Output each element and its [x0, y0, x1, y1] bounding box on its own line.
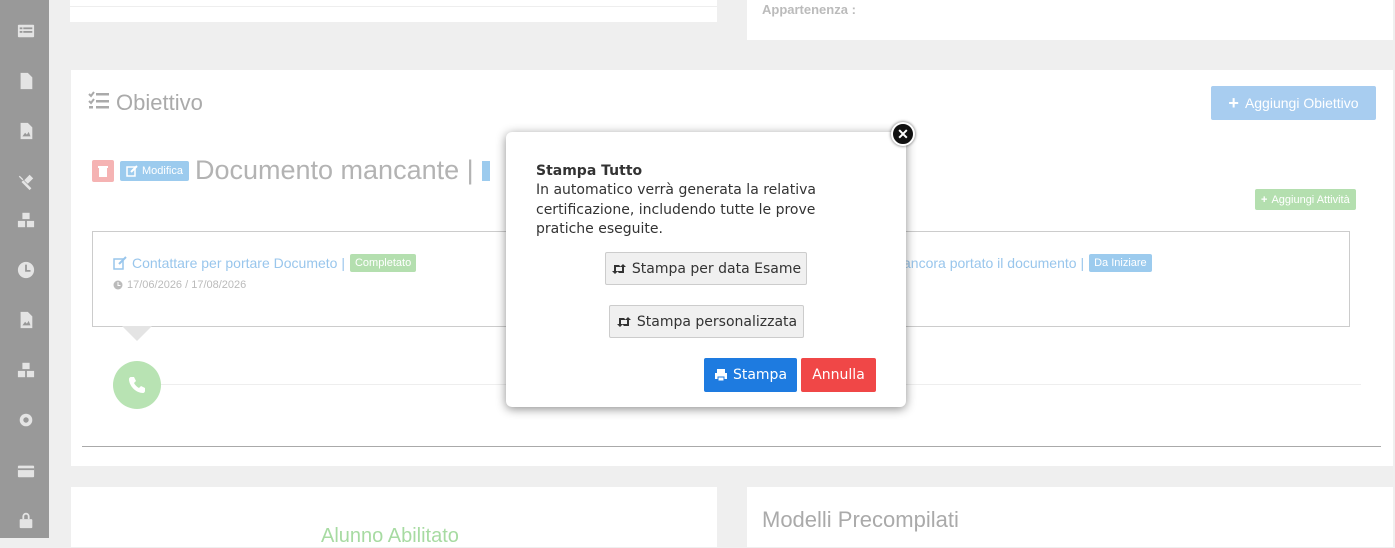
alunno-card: Alunno Abilitato — [71, 487, 717, 547]
tools-icon[interactable] — [16, 172, 36, 192]
appartenenza-label: Appartenenza : — [762, 2, 856, 17]
top-left-card — [70, 0, 717, 22]
dialog-text: In automatico verrà generata la relativa… — [536, 182, 816, 237]
doc-status-badge — [481, 160, 490, 181]
stampa-personalizzata-button[interactable]: Stampa personalizzata — [609, 305, 804, 338]
cubes-icon[interactable] — [16, 210, 36, 230]
cubes-icon-2[interactable] — [16, 360, 36, 380]
edit-icon — [126, 164, 138, 177]
task-item-2[interactable]: ancora portato il documento | Da Iniziar… — [903, 254, 1152, 272]
add-attivita-button[interactable]: + Aggiungi Attività — [1255, 189, 1356, 210]
gear-icon[interactable] — [16, 410, 36, 430]
clock-icon — [113, 280, 123, 290]
task-label: Contattare per portare Documeto | — [132, 255, 345, 271]
file-image-icon-2[interactable] — [16, 310, 36, 330]
plus-icon: + — [1228, 92, 1239, 113]
sidebar — [0, 0, 49, 538]
modelli-card: Modelli Precompilati — [747, 487, 1393, 547]
trash-icon — [98, 165, 108, 177]
clock-icon[interactable] — [16, 260, 36, 280]
stampa-data-esame-button[interactable]: Stampa per data Esame — [605, 252, 807, 285]
add-obiettivo-label: Aggiungi Obiettivo — [1244, 95, 1359, 111]
dialog-title: Stampa Tutto — [536, 163, 643, 179]
print-icon — [714, 369, 727, 382]
stampa-dialog: Stampa Tutto In automatico verrà generat… — [506, 132, 906, 407]
edit-icon — [113, 256, 127, 270]
modifica-button[interactable]: Modifica — [120, 160, 189, 181]
stampa-button[interactable]: Stampa — [704, 358, 797, 392]
annulla-button[interactable]: Annulla — [801, 358, 876, 392]
task-item-1[interactable]: Contattare per portare Documeto | Comple… — [113, 254, 417, 272]
credit-card-icon[interactable] — [16, 461, 36, 481]
phone-icon[interactable] — [113, 361, 161, 409]
timeline-pointer — [122, 326, 152, 341]
alunno-title: Alunno Abilitato — [321, 525, 459, 547]
list-icon[interactable] — [16, 21, 36, 41]
status-badge: Completato — [349, 254, 417, 272]
lock-icon[interactable] — [16, 510, 36, 530]
document-title: Documento mancante | — [194, 155, 474, 185]
file-image-icon[interactable] — [16, 121, 36, 141]
divider — [82, 446, 1381, 447]
status-badge: Da Iniziare — [1089, 254, 1152, 272]
top-right-card: Appartenenza : — [747, 0, 1393, 40]
task-date: 17/06/2026 / 17/08/2026 — [113, 279, 246, 291]
modelli-title: Modelli Precompilati — [762, 507, 959, 532]
add-obiettivo-button[interactable]: + Aggiungi Obiettivo — [1211, 86, 1376, 120]
retweet-icon — [611, 263, 626, 274]
plus-icon: + — [1261, 193, 1268, 206]
delete-button[interactable] — [92, 159, 114, 182]
add-attivita-label: Aggiungi Attività — [1271, 193, 1350, 206]
file-icon[interactable] — [16, 71, 36, 91]
tasks-list-icon — [88, 90, 110, 116]
modifica-label: Modifica — [142, 164, 183, 177]
obiettivo-header: Obiettivo — [88, 90, 203, 116]
close-icon[interactable]: ✕ — [891, 122, 915, 146]
retweet-icon — [616, 316, 631, 327]
obiettivo-title: Obiettivo — [116, 90, 203, 115]
task-label: ancora portato il documento | — [903, 255, 1085, 271]
document-row: Modifica Documento mancante | — [92, 155, 490, 186]
